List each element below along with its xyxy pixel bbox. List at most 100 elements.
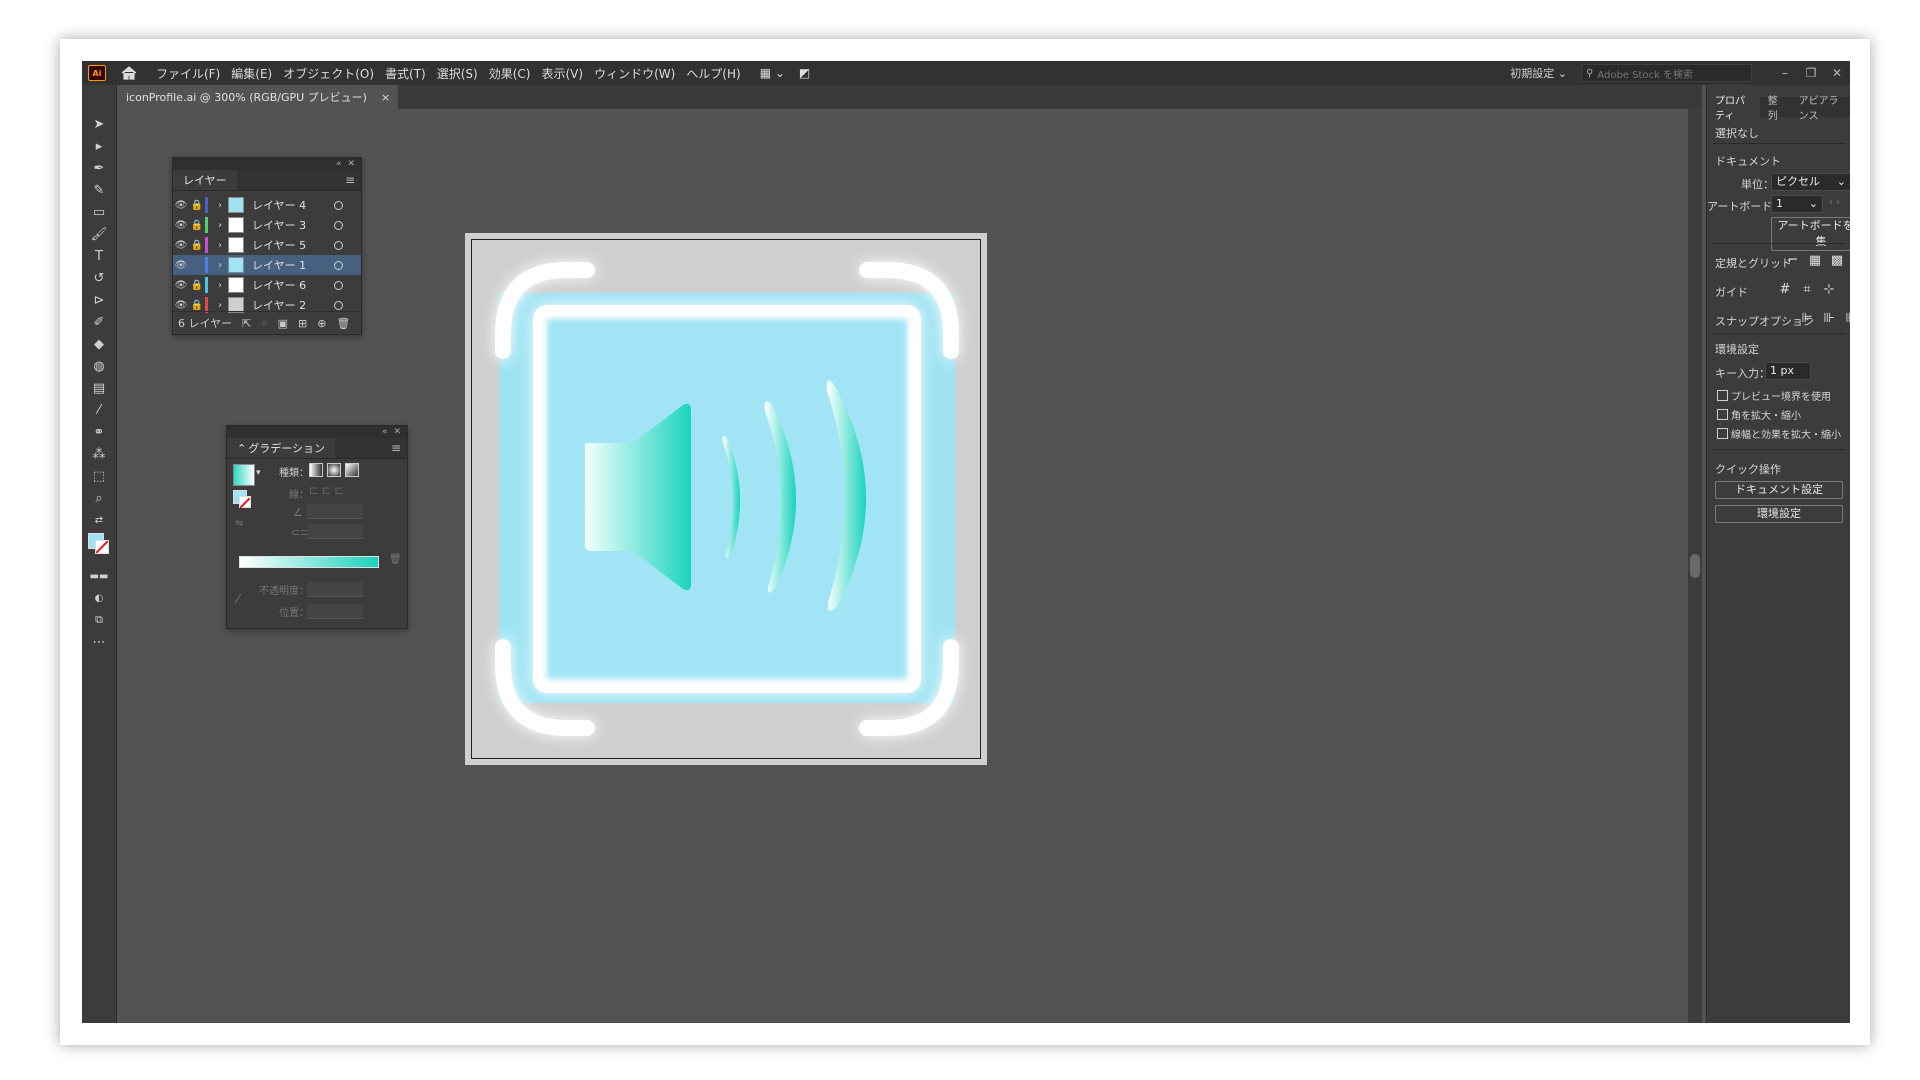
eyedropper-icon[interactable]: ⁄ — [237, 592, 239, 606]
layers-panel-grip[interactable]: «✕ — [173, 158, 361, 170]
edit-artboard-button[interactable]: アートボードを編集 — [1771, 217, 1850, 251]
export-icon[interactable]: ⇱ — [242, 317, 251, 330]
workspace-switcher[interactable]: 初期設定 ⌄ — [1510, 65, 1567, 81]
artboard[interactable] — [465, 233, 987, 765]
target-circle-icon[interactable] — [334, 220, 343, 230]
checkbox[interactable] — [1717, 428, 1728, 439]
checkbox[interactable] — [1717, 409, 1728, 420]
lock-icon[interactable]: 🔒 — [189, 300, 205, 311]
screen-mode-icon[interactable]: ⧉ — [82, 609, 116, 631]
transparency-grid-icon[interactable]: ▩ — [1829, 253, 1845, 269]
tab-appearance[interactable]: アピアランス — [1791, 96, 1850, 122]
fill-stroke-swatch[interactable] — [82, 531, 116, 565]
lock-icon[interactable]: 🔒 — [189, 200, 205, 211]
key-input-field[interactable]: 1 px — [1765, 362, 1811, 380]
panel-menu-icon[interactable]: ≡ — [391, 441, 401, 455]
pen-tool-icon[interactable]: ✒ — [82, 157, 116, 179]
reverse-gradient-icon[interactable]: ⇋ — [235, 518, 243, 529]
target-circle-icon[interactable] — [334, 300, 343, 310]
shape-builder-tool-icon[interactable]: ◍ — [82, 355, 116, 377]
rectangle-tool-icon[interactable]: ▭ — [82, 201, 116, 223]
smart-guides-icon[interactable]: ⊹ — [1821, 282, 1837, 298]
expand-chevron-icon[interactable]: › — [212, 220, 228, 231]
artboard-tool-icon[interactable]: ⬚ — [82, 465, 116, 487]
layers-panel-tab[interactable]: レイヤー — [173, 170, 237, 190]
expand-chevron-icon[interactable]: › — [212, 260, 228, 271]
angle-field[interactable] — [307, 504, 363, 519]
stroke-none-swatch[interactable] — [95, 540, 109, 554]
document-tab[interactable]: iconProfile.ai @ 300% (RGB/GPU プレビュー) × — [118, 85, 399, 109]
locate-object-icon[interactable]: ⌕ — [261, 316, 267, 330]
lock-icon[interactable]: 🔒 — [189, 240, 205, 251]
visibility-eye-icon[interactable]: 👁 — [173, 220, 189, 231]
lock-icon[interactable]: 🔒 — [189, 220, 205, 231]
visibility-eye-icon[interactable]: 👁 — [173, 300, 189, 311]
restore-icon[interactable]: ❐ — [1798, 66, 1824, 80]
layer-row-selected[interactable]: 👁 › レイヤー 1 — [173, 255, 361, 275]
scale-corners-option[interactable]: 角を拡大・縮小 — [1717, 407, 1801, 422]
new-layer-icon[interactable]: ⊕ — [317, 317, 326, 330]
target-circle-icon[interactable] — [334, 280, 343, 290]
collapse-icon[interactable]: « — [336, 159, 342, 169]
menu-object[interactable]: オブジェクト(O) — [283, 65, 374, 82]
target-circle-icon[interactable] — [334, 260, 343, 270]
position-field[interactable] — [307, 604, 363, 619]
curvature-tool-icon[interactable]: ✎ — [82, 179, 116, 201]
new-sublayer-icon[interactable]: ⊞ — [298, 317, 307, 330]
units-dropdown[interactable]: ピクセル ⌄ — [1771, 173, 1850, 191]
collapse-icon[interactable]: « — [382, 427, 388, 437]
expand-chevron-icon[interactable]: › — [212, 200, 228, 211]
close-panel-icon[interactable]: ✕ — [347, 159, 355, 169]
stroke-mode-icons[interactable]: ⊏ ⊏ ⊏ — [309, 484, 344, 497]
artboard-dropdown[interactable]: 1 ⌄ — [1771, 195, 1823, 213]
scrollbar-thumb[interactable] — [1690, 554, 1700, 578]
visibility-eye-icon[interactable]: 👁 — [173, 200, 189, 211]
target-circle-icon[interactable] — [334, 240, 343, 250]
minimize-icon[interactable]: – — [1772, 66, 1798, 80]
aspect-ratio-field[interactable] — [307, 524, 363, 539]
gradient-panel-tab[interactable]: ⌃ グラデーション — [227, 438, 335, 458]
symbol-sprayer-tool-icon[interactable]: ⁂ — [82, 443, 116, 465]
ruler-icon[interactable]: ⌐ — [1785, 253, 1801, 269]
draw-mode-icon[interactable]: ◐ — [82, 587, 116, 609]
menu-file[interactable]: ファイル(F) — [156, 65, 220, 82]
direct-selection-tool-icon[interactable]: ▸ — [82, 135, 116, 157]
expand-chevron-icon[interactable]: › — [212, 280, 228, 291]
menu-select[interactable]: 選択(S) — [437, 65, 478, 82]
canvas[interactable]: «✕ レイヤー ≡ 👁🔒 › レイヤー 4 👁🔒 › レイヤー 3 👁🔒 — [118, 109, 1688, 1023]
swap-colors-icon[interactable]: ⇄ — [82, 509, 116, 531]
snap-to-pixel-icon[interactable]: ⊪ — [1821, 311, 1837, 327]
delete-stop-icon[interactable]: 🗑 — [389, 554, 402, 565]
speaker-icon-artwork[interactable] — [465, 233, 987, 765]
menu-help[interactable]: ヘルプ(H) — [686, 65, 740, 82]
gradient-preview-swatch[interactable] — [233, 464, 255, 486]
preview-bounds-option[interactable]: プレビュー境界を使用 — [1717, 388, 1831, 403]
menu-view[interactable]: 表示(V) — [541, 65, 583, 82]
snap-to-point-icon[interactable]: ⊫ — [1799, 311, 1815, 327]
paintbrush-tool-icon[interactable]: 🖌 — [82, 223, 116, 245]
close-icon[interactable]: ✕ — [1824, 66, 1850, 80]
eraser-tool-icon[interactable]: ◆ — [82, 333, 116, 355]
grid-icon[interactable]: ▦ — [1807, 253, 1823, 269]
snap-to-glyph-icon[interactable]: ⊩ — [1843, 311, 1850, 327]
opacity-field[interactable] — [307, 582, 363, 597]
lock-guides-icon[interactable]: ⌗ — [1799, 282, 1815, 298]
close-panel-icon[interactable]: ✕ — [393, 427, 401, 437]
blend-tool-icon[interactable]: ⚭ — [82, 421, 116, 443]
visibility-eye-icon[interactable]: 👁 — [173, 260, 189, 271]
gpu-icon[interactable]: ◩ — [799, 66, 810, 80]
menu-window[interactable]: ウィンドウ(W) — [594, 65, 675, 82]
zoom-tool-icon[interactable]: ⌕ — [82, 487, 116, 509]
menu-type[interactable]: 書式(T) — [385, 65, 426, 82]
expand-chevron-icon[interactable]: › — [212, 300, 228, 311]
scale-strokes-option[interactable]: 線幅と効果を拡大・縮小 — [1717, 426, 1841, 441]
lock-icon[interactable]: 🔒 — [189, 280, 205, 291]
artboard-nav-icons[interactable]: ‹ › — [1829, 197, 1840, 208]
freeform-gradient-icon[interactable] — [345, 463, 359, 477]
more-tools-icon[interactable]: ⋯ — [82, 631, 116, 653]
width-tool-icon[interactable]: ⊳ — [82, 289, 116, 311]
expand-chevron-icon[interactable]: › — [212, 240, 228, 251]
visibility-eye-icon[interactable]: 👁 — [173, 280, 189, 291]
arrange-docs-icon[interactable]: ▦ ⌄ — [760, 66, 785, 80]
layer-row[interactable]: 👁 🔒 › レイヤー 5 — [173, 235, 361, 255]
